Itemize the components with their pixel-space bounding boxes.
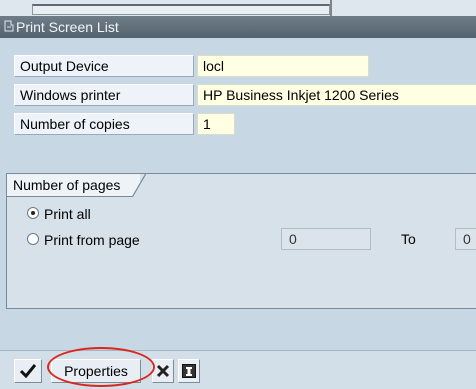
copies-label: Number of copies (14, 113, 194, 135)
properties-button[interactable]: Properties (51, 359, 141, 383)
window-title: Print Screen List (16, 19, 119, 35)
cancel-button[interactable] (152, 359, 174, 383)
output-device-label: Output Device (14, 55, 194, 77)
group-title: Number of pages (7, 173, 147, 197)
to-page-field[interactable]: 0 (455, 228, 476, 250)
windows-printer-label: Windows printer (14, 84, 194, 106)
windows-printer-field[interactable]: HP Business Inkjet 1200 Series (197, 84, 476, 106)
background-window-strip (0, 0, 476, 16)
confirm-button[interactable] (14, 359, 42, 383)
cancel-x-icon (156, 364, 170, 378)
checkmark-icon (19, 364, 37, 379)
print-all-label: Print all (44, 206, 91, 222)
print-icon (4, 20, 14, 32)
info-icon (182, 364, 196, 378)
window-title-bar[interactable]: Print Screen List (0, 16, 476, 38)
button-toolbar: Properties (0, 350, 476, 389)
print-all-radio[interactable] (27, 207, 39, 219)
print-from-radio[interactable] (27, 233, 39, 245)
copies-field[interactable]: 1 (197, 113, 235, 135)
background-scrollbar (32, 4, 330, 15)
info-button[interactable] (178, 359, 200, 383)
print-from-label: Print from page (44, 232, 140, 248)
from-page-field[interactable]: 0 (281, 228, 371, 250)
background-divider (330, 0, 332, 16)
main-panel: Output Device locl Windows printer HP Bu… (0, 38, 476, 350)
output-device-field[interactable]: locl (197, 55, 369, 77)
number-of-pages-group: Number of pages Print all Print from pag… (6, 173, 476, 309)
to-label: To (401, 231, 416, 247)
